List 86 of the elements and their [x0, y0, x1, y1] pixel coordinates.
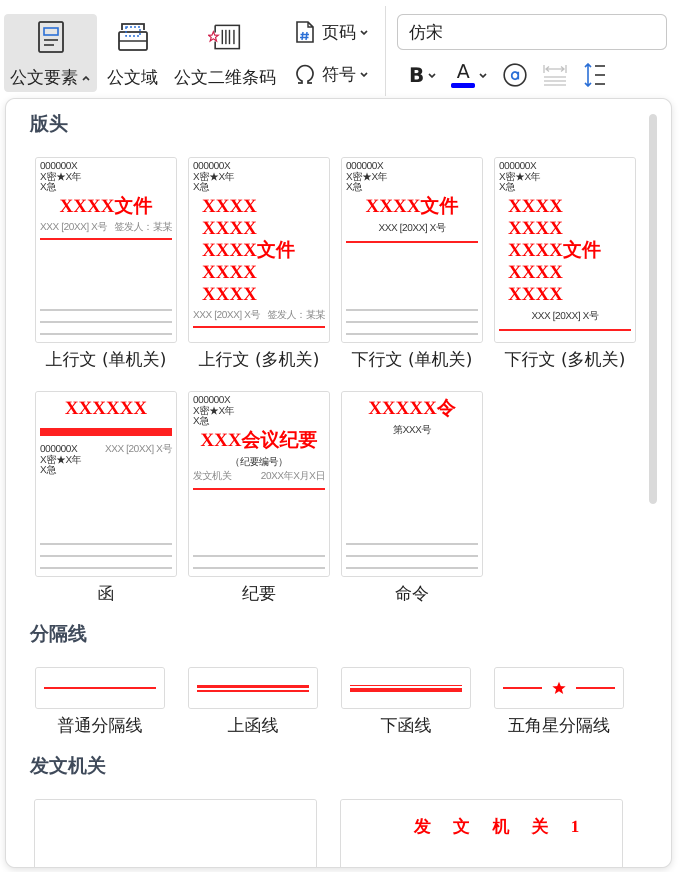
thumb-title: XXXX文件	[508, 240, 601, 262]
thumb-text: X急	[193, 417, 210, 428]
thumb-text: XXX [20XX] X号	[104, 445, 172, 456]
thumb-text: X密★X年	[193, 406, 236, 416]
thumb-text: XXX [20XX] X号	[531, 312, 599, 322]
template-thumbnail[interactable]: XXXXX令 第XXX号	[341, 391, 483, 577]
section-title: 发文机关	[30, 754, 107, 779]
thumb-text: 000000X	[346, 162, 384, 172]
thumb-text: 第XXX号	[392, 426, 431, 436]
thumb-text: X急	[40, 183, 57, 194]
thumb-title: XXXX	[508, 262, 563, 284]
template-label: 上行文 (多机关)	[198, 349, 320, 371]
thumb-text: 000000X	[40, 445, 78, 455]
thumb-text: XXX [20XX] X号	[193, 310, 260, 321]
thumb-title: XXXX文件	[366, 196, 458, 218]
ribbon-button[interactable]: 公文域	[101, 14, 164, 92]
template-thumbnail[interactable]: 000000X X密★X年 X急 XXXX文件 XXX [20XX] X号	[341, 157, 483, 343]
thumb-text: X密★X年	[40, 456, 82, 466]
thumb-text: X急	[193, 183, 210, 194]
thumb-text: 000000X	[499, 162, 538, 172]
thumb-text: X密★X年	[499, 172, 542, 182]
frame-icon	[116, 20, 150, 54]
thumb-text: 000000X	[40, 162, 78, 172]
template-thumbnail[interactable]: 000000X X密★X年 X急 XXXX XXXX XXXX文件 XXXX XXXX XXX [20XX] X号	[494, 157, 636, 343]
thumb-title: XXXXX令	[368, 398, 456, 420]
separator-label: 普通分隔线	[58, 715, 142, 737]
ribbon-button[interactable]: 公文要素	[4, 14, 97, 92]
thumb-title: XXXX	[508, 196, 563, 218]
thumb-title: 发 文 机 关 1	[412, 816, 580, 838]
ribbon-button[interactable]: 符号	[294, 58, 369, 90]
thumb-text: 000000X	[193, 396, 232, 406]
thumb-text: XXX [20XX] X号	[378, 224, 446, 234]
issuer-thumbnail[interactable]: 发 文 机 关 1	[340, 799, 623, 867]
template-label: 纪要	[242, 583, 276, 605]
thumb-text: X密★X年	[40, 172, 82, 182]
template-label: 函	[98, 583, 114, 605]
thumb-text: X急	[499, 183, 516, 194]
thumb-title: XXXX	[202, 196, 257, 218]
line-spacing-button[interactable]	[582, 60, 606, 90]
bold-button[interactable]: B	[409, 60, 438, 90]
scrollbar[interactable]	[649, 114, 657, 504]
separator-label: 下函线	[380, 715, 432, 737]
template-label: 命令	[395, 583, 429, 605]
thumb-title: XXXX	[202, 284, 257, 306]
thumb-title: XXXX	[202, 218, 257, 240]
font-field[interactable]: 仿宋	[397, 14, 667, 50]
thumb-text: 签发人：某某	[114, 222, 172, 233]
separator-label: 上函线	[228, 715, 278, 737]
thumb-title: XXX会议纪要	[200, 430, 318, 452]
thumb-text: （纪要编号）	[230, 458, 288, 468]
thumb-text: 20XX年X月X日	[260, 472, 325, 482]
template-label: 上行文 (单机关)	[46, 349, 166, 371]
ribbon-button[interactable]: 页码	[294, 16, 369, 48]
thumb-text: X急	[346, 183, 363, 194]
issuer-thumbnail[interactable]	[34, 799, 317, 867]
thumb-title: XXXX	[508, 218, 563, 240]
ribbon-button[interactable]: 公文二维条码	[168, 14, 282, 92]
template-thumbnail[interactable]: 000000X X密★X年 X急 XXXX XXXX XXXX文件 XXXX XXXX XXX [20XX] X号 签发人：某某	[188, 157, 330, 343]
section-title: 分隔线	[30, 622, 88, 647]
thumb-text: X密★X年	[346, 172, 388, 182]
star-icon	[552, 681, 566, 695]
thumb-text: 签发人：某某	[267, 310, 325, 321]
thumb-text: 000000X	[193, 162, 232, 172]
thumb-title: XXXX	[508, 284, 563, 306]
template-label: 下行文 (单机关)	[352, 349, 472, 371]
thumb-title: XXXX	[202, 262, 257, 284]
separator-thumbnail[interactable]	[494, 667, 624, 709]
page-number-icon	[294, 20, 316, 44]
separator-thumbnail[interactable]	[188, 667, 318, 709]
separator-label: 五角星分隔线	[508, 715, 610, 737]
thumb-title: XXXX文件	[60, 196, 152, 218]
separator-thumbnail[interactable]	[341, 667, 471, 709]
section-title: 版头	[30, 112, 69, 137]
separator-thumbnail[interactable]	[35, 667, 165, 709]
template-label: 下行文 (多机关)	[504, 349, 626, 371]
font-color-button[interactable]: A	[451, 60, 488, 90]
thumb-title: XXXX文件	[202, 240, 295, 262]
thumb-text: 发文机关	[193, 472, 232, 482]
thumb-text: X密★X年	[193, 172, 236, 182]
thumb-title: XXXXXX	[64, 398, 148, 420]
thumb-text: XXX [20XX] X号	[40, 222, 108, 233]
thumb-text: X急	[40, 466, 57, 476]
template-thumbnail[interactable]: 000000X X密★X年 X急 XXXX文件 XXX [20XX] X号 签发人：某某	[35, 157, 177, 343]
template-thumbnail[interactable]: 000000X X密★X年 X急 XXX会议纪要 （纪要编号） 发文机关 20XX年X月X日	[188, 391, 330, 577]
omega-icon	[294, 62, 316, 86]
template-thumbnail[interactable]: XXXXXX 000000X X密★X年 X急 XXX [20XX] X号	[35, 391, 177, 577]
